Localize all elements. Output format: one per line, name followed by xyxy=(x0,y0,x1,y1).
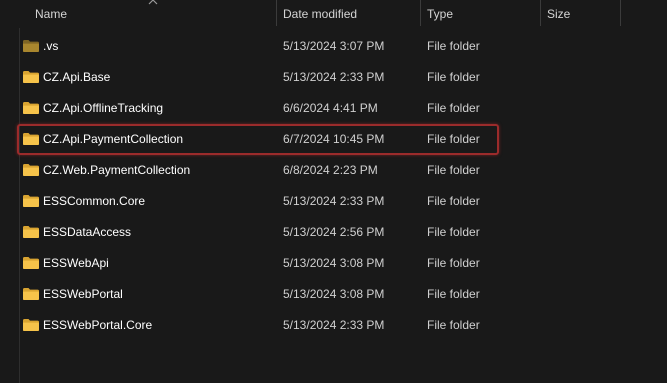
folder-row[interactable]: CZ.Api.OfflineTracking 6/6/2024 4:41 PM Fi… xyxy=(20,93,667,124)
folder-row[interactable]: .vs 5/13/2024 3:07 PM File folder xyxy=(20,31,667,62)
folder-icon xyxy=(23,40,39,52)
file-type: File folder xyxy=(427,132,480,146)
file-type: File folder xyxy=(427,163,480,177)
folder-row[interactable]: ESSWebPortal 5/13/2024 3:08 PM File folder xyxy=(20,279,667,310)
file-type: File folder xyxy=(427,70,480,84)
date-modified: 6/8/2024 2:23 PM xyxy=(283,163,378,177)
date-modified: 5/13/2024 2:56 PM xyxy=(283,225,385,239)
file-type: File folder xyxy=(427,318,480,332)
folder-icon xyxy=(23,71,39,83)
file-name: .vs xyxy=(43,39,59,53)
date-modified: 5/13/2024 3:07 PM xyxy=(283,39,385,53)
folder-icon xyxy=(23,257,39,269)
folder-row[interactable]: CZ.Web.PaymentCollection 6/8/2024 2:23 PM… xyxy=(20,155,667,186)
date-modified: 6/7/2024 10:45 PM xyxy=(283,132,385,146)
date-modified: 5/13/2024 3:08 PM xyxy=(283,287,385,301)
folder-icon xyxy=(23,288,39,300)
file-name: CZ.Api.OfflineTracking xyxy=(43,101,164,115)
folder-icon xyxy=(23,226,39,238)
column-header-type[interactable]: Type xyxy=(427,0,453,28)
file-type: File folder xyxy=(427,101,480,115)
file-name: ESSCommon.Core xyxy=(43,194,146,208)
file-explorer-list: { "columns": { "name": "Name", "date_mod… xyxy=(0,0,667,383)
date-modified: 5/13/2024 2:33 PM xyxy=(283,318,385,332)
column-header-date-modified[interactable]: Date modified xyxy=(283,0,357,28)
folder-icon xyxy=(23,102,39,114)
file-type: File folder xyxy=(427,287,480,301)
column-divider[interactable] xyxy=(276,0,277,26)
folder-row[interactable]: ESSCommon.Core 5/13/2024 2:33 PM File fold… xyxy=(20,186,667,217)
file-name: CZ.Web.PaymentCollection xyxy=(43,163,191,177)
date-modified: 5/13/2024 2:33 PM xyxy=(283,70,385,84)
folder-icon xyxy=(23,319,39,331)
sort-ascending-icon[interactable] xyxy=(148,0,158,6)
folder-row[interactable]: ESSDataAccess 5/13/2024 2:56 PM File folde… xyxy=(20,217,667,248)
column-header-name[interactable]: Name xyxy=(35,0,67,28)
file-name: ESSWebPortal.Core xyxy=(43,318,153,332)
file-type: File folder xyxy=(427,256,480,270)
folder-icon xyxy=(23,195,39,207)
folder-row[interactable]: CZ.Api.Base 5/13/2024 2:33 PM File folder xyxy=(20,62,667,93)
file-name: ESSWebApi xyxy=(43,256,109,270)
file-type: File folder xyxy=(427,225,480,239)
folder-row[interactable]: CZ.Api.PaymentCollection 6/7/2024 10:45 P… xyxy=(17,124,667,155)
column-divider[interactable] xyxy=(620,0,621,26)
file-name: ESSWebPortal xyxy=(43,287,123,301)
column-header-bar: Name Date modified Type Size xyxy=(0,0,667,28)
file-name: CZ.Api.PaymentCollection xyxy=(43,132,184,146)
folder-row[interactable]: ESSWebApi 5/13/2024 3:08 PM File folder xyxy=(20,248,667,279)
file-name: CZ.Api.Base xyxy=(43,70,111,84)
file-name: ESSDataAccess xyxy=(43,225,132,239)
date-modified: 6/6/2024 4:41 PM xyxy=(283,101,378,115)
date-modified: 5/13/2024 2:33 PM xyxy=(283,194,385,208)
folder-icon xyxy=(23,133,39,145)
folder-icon xyxy=(23,164,39,176)
column-header-size[interactable]: Size xyxy=(547,0,570,28)
file-type: File folder xyxy=(427,194,480,208)
column-divider[interactable] xyxy=(540,0,541,26)
column-divider[interactable] xyxy=(420,0,421,26)
date-modified: 5/13/2024 3:08 PM xyxy=(283,256,385,270)
folder-row[interactable]: ESSWebPortal.Core 5/13/2024 2:33 PM File f… xyxy=(20,310,667,341)
file-type: File folder xyxy=(427,39,480,53)
